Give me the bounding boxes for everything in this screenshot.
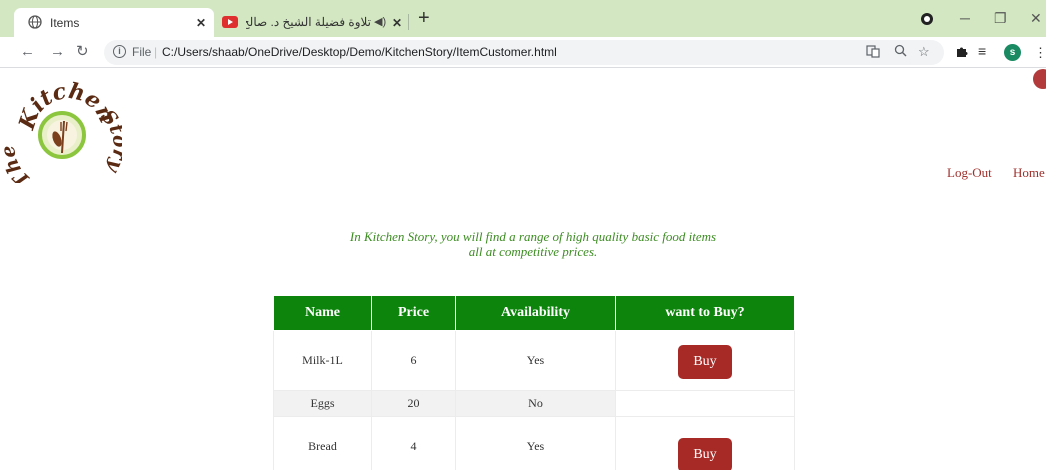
- buy-button[interactable]: Buy: [678, 437, 732, 470]
- svg-text:The: The: [4, 144, 35, 183]
- kebab-menu-icon[interactable]: ⋮: [1034, 45, 1046, 61]
- item-price-cell: 6: [371, 330, 456, 391]
- audio-playing-icon[interactable]: ◀): [374, 15, 386, 28]
- table-row: Eggs 20 No: [273, 390, 795, 417]
- page-content: Kitchen The Story Log-Out Home In Kitche…: [0, 69, 1046, 470]
- table-header-row: Name Price Availability want to Buy?: [273, 295, 795, 331]
- item-name-cell: Eggs: [273, 390, 372, 417]
- scheme-label: File: [132, 45, 152, 59]
- extension-badge-icon[interactable]: [1033, 69, 1046, 89]
- tab-youtube[interactable]: تلاوة فضيلة الشيخ د. صالح بن ◀) ✕: [216, 8, 406, 37]
- youtube-icon: [222, 16, 238, 28]
- extensions-puzzle-icon[interactable]: [955, 45, 968, 61]
- item-price-cell: 4: [371, 416, 456, 470]
- reading-list-icon[interactable]: ≡: [978, 43, 986, 59]
- minimize-button[interactable]: ─: [960, 10, 970, 26]
- avatar[interactable]: s: [1004, 44, 1021, 61]
- items-table: Name Price Availability want to Buy? Mil…: [273, 295, 795, 470]
- column-header-price: Price: [371, 295, 456, 331]
- buy-cell: Buy: [615, 330, 795, 391]
- column-header-want-to-buy: want to Buy?: [615, 295, 795, 331]
- close-window-button[interactable]: ✕: [1030, 10, 1042, 27]
- divider: |: [154, 45, 158, 59]
- tab-divider: [408, 14, 409, 30]
- item-name-cell: Bread: [273, 416, 372, 470]
- tab-search-icon[interactable]: [921, 13, 933, 25]
- column-header-name: Name: [273, 295, 372, 331]
- translate-icon[interactable]: [866, 44, 880, 61]
- tab-title: تلاوة فضيلة الشيخ د. صالح بن: [246, 15, 371, 29]
- bookmark-star-icon[interactable]: ☆: [918, 44, 930, 60]
- browser-tab-strip: Items ✕ تلاوة فضيلة الشيخ د. صالح بن ◀) …: [0, 0, 1046, 37]
- tagline-line-2: all at competitive prices.: [468, 244, 598, 259]
- forward-button[interactable]: →: [50, 43, 65, 61]
- tab-title: Items: [50, 16, 80, 30]
- logout-link[interactable]: Log-Out: [947, 165, 992, 181]
- close-tab-icon[interactable]: ✕: [196, 17, 206, 29]
- new-tab-button[interactable]: +: [418, 8, 430, 28]
- buy-cell-empty: [615, 390, 795, 417]
- info-icon[interactable]: i: [113, 45, 126, 58]
- zoom-icon[interactable]: [894, 44, 907, 60]
- item-name-cell: Milk-1L: [273, 330, 372, 391]
- browser-toolbar: ← → ↻ i File | C:/Users/shaab/OneDrive/D…: [0, 37, 1046, 68]
- column-header-availability: Availability: [455, 295, 616, 331]
- globe-icon: [28, 15, 42, 29]
- home-link[interactable]: Home: [1013, 165, 1045, 181]
- close-tab-icon[interactable]: ✕: [392, 17, 402, 29]
- back-button[interactable]: ←: [20, 43, 35, 61]
- item-price-cell: 20: [371, 390, 456, 417]
- item-availability-cell: Yes: [455, 330, 616, 391]
- buy-cell: Buy: [615, 416, 795, 470]
- tagline-line-1: In Kitchen Story, you will find a range …: [349, 229, 717, 244]
- kitchen-story-logo: Kitchen The Story: [0, 77, 131, 192]
- reload-button[interactable]: ↻: [76, 43, 89, 61]
- address-bar[interactable]: i File | C:/Users/shaab/OneDrive/Desktop…: [104, 40, 944, 65]
- item-availability-cell: No: [455, 390, 616, 417]
- item-availability-cell: Yes: [455, 416, 616, 470]
- logo-text-left: The: [0, 144, 35, 191]
- table-row: Milk-1L 6 Yes Buy: [273, 330, 795, 391]
- tagline: In Kitchen Story, you will find a range …: [0, 229, 1046, 259]
- restore-button[interactable]: ❐: [994, 10, 1007, 27]
- table-row: Bread 4 Yes Buy: [273, 416, 795, 470]
- url-text[interactable]: C:/Users/shaab/OneDrive/Desktop/Demo/Kit…: [162, 45, 557, 59]
- buy-button[interactable]: Buy: [678, 344, 732, 379]
- tab-items[interactable]: Items ✕: [14, 8, 214, 37]
